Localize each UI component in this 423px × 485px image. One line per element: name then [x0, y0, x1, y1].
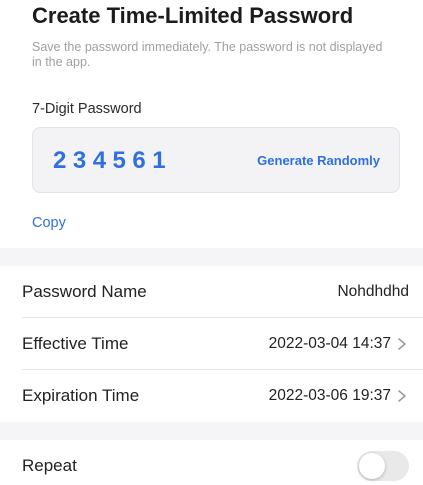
create-password-screen: Create Time-Limited Password Save the pa…: [0, 0, 423, 485]
chevron-right-icon: [398, 390, 406, 402]
password-name-value: Nohdhdhd: [337, 283, 409, 300]
section-separator: [0, 248, 423, 266]
page-subtitle: Save the password immediately. The passw…: [32, 40, 383, 69]
password-name-label: Password Name: [22, 282, 147, 301]
generate-randomly-button[interactable]: Generate Randomly: [257, 152, 380, 170]
repeat-row: Repeat: [0, 440, 423, 485]
toggle-knob: [359, 453, 385, 479]
repeat-label: Repeat: [22, 456, 77, 475]
password-digits: 234561: [53, 147, 173, 174]
copy-button[interactable]: Copy: [32, 214, 66, 232]
password-label: 7-Digit Password: [32, 101, 142, 117]
expiration-time-label: Expiration Time: [22, 386, 140, 405]
chevron-right-icon: [398, 338, 406, 350]
repeat-toggle[interactable]: [357, 451, 409, 481]
password-box: 234561 Generate Randomly: [32, 127, 400, 193]
section-separator: [0, 422, 423, 440]
effective-time-row[interactable]: Effective Time 2022-03-04 14:37: [0, 318, 423, 370]
expiration-time-value: 2022-03-06 19:37: [268, 387, 391, 404]
page-title: Create Time-Limited Password: [32, 3, 354, 28]
effective-time-label: Effective Time: [22, 334, 129, 353]
expiration-time-row[interactable]: Expiration Time 2022-03-06 19:37: [0, 370, 423, 422]
effective-time-value: 2022-03-04 14:37: [268, 335, 391, 352]
password-name-row[interactable]: Password Name Nohdhdhd: [0, 266, 423, 318]
